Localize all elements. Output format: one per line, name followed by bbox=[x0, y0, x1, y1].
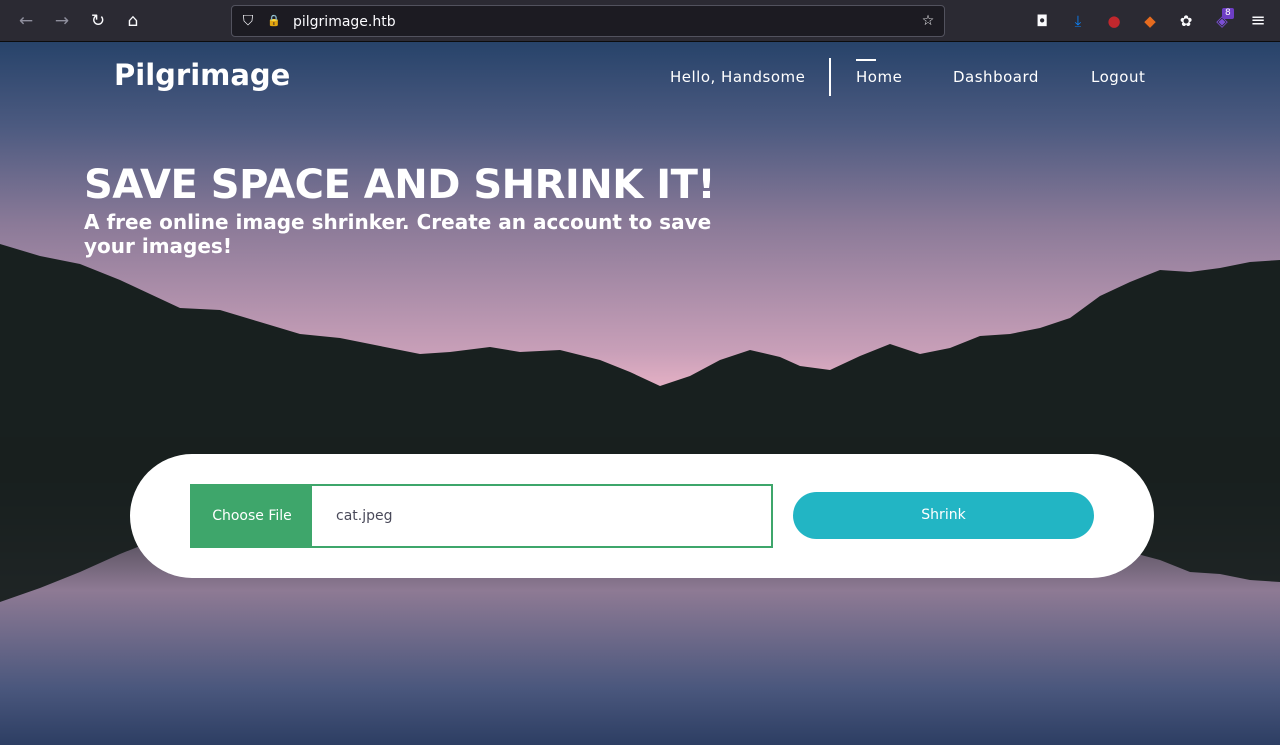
nav-home-link[interactable]: Home bbox=[856, 68, 902, 86]
choose-file-button[interactable]: Choose File bbox=[192, 486, 312, 546]
browser-toolbar: ← → ↻ ⌂ ⛉ 🔒 pilgrimage.htb ☆ ◘ ⤓ ● ◆ ✿ ◈… bbox=[0, 0, 1280, 42]
url-text[interactable]: pilgrimage.htb bbox=[293, 12, 396, 32]
shield-icon[interactable]: ⛉ bbox=[238, 11, 258, 31]
hero-title: SAVE SPACE AND SHRINK IT! bbox=[84, 162, 716, 208]
cookie-icon[interactable]: ✿ bbox=[1175, 10, 1197, 32]
menu-icon[interactable]: ≡ bbox=[1247, 10, 1269, 32]
forward-icon[interactable]: → bbox=[50, 9, 74, 33]
url-bar[interactable]: ⛉ 🔒 pilgrimage.htb ☆ bbox=[231, 5, 945, 37]
ublock-icon[interactable]: ● bbox=[1103, 10, 1125, 32]
bookmark-star-icon[interactable]: ☆ bbox=[918, 11, 938, 31]
lock-icon[interactable]: 🔒 bbox=[264, 11, 284, 31]
mountain-silhouette bbox=[0, 244, 1280, 437]
nav-logout-link[interactable]: Logout bbox=[1091, 68, 1145, 86]
upload-card: Choose File cat.jpeg Shrink bbox=[130, 454, 1154, 578]
nav-dashboard-link[interactable]: Dashboard bbox=[953, 68, 1039, 86]
site-logo[interactable]: Pilgrimage bbox=[114, 58, 290, 92]
hero-subtitle: A free online image shrinker. Create an … bbox=[84, 210, 712, 258]
user-greeting: Hello, Handsome bbox=[670, 68, 806, 86]
file-input[interactable]: Choose File cat.jpeg bbox=[190, 484, 773, 548]
selected-file-name: cat.jpeg bbox=[336, 508, 393, 524]
nav-divider bbox=[829, 58, 831, 96]
shrink-button[interactable]: Shrink bbox=[793, 492, 1094, 539]
pocket-icon[interactable]: ◘ bbox=[1031, 10, 1053, 32]
back-icon[interactable]: ← bbox=[14, 9, 38, 33]
extension-badge: 8 bbox=[1222, 8, 1234, 19]
foxyproxy-icon[interactable]: ◆ bbox=[1139, 10, 1161, 32]
nav-active-indicator bbox=[856, 59, 876, 61]
page-viewport: Pilgrimage Hello, Handsome Home Dashboar… bbox=[0, 42, 1280, 745]
reload-icon[interactable]: ↻ bbox=[86, 9, 110, 33]
home-icon[interactable]: ⌂ bbox=[121, 9, 145, 33]
download-icon[interactable]: ⤓ bbox=[1067, 10, 1089, 32]
mountain-background bbox=[0, 244, 1280, 602]
